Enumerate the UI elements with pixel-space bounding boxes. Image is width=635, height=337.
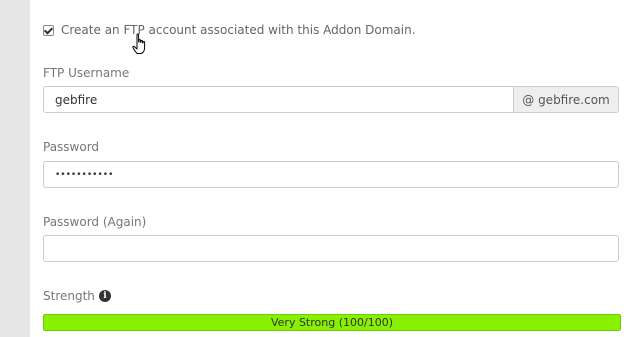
strength-label-row: Strength i [43, 289, 111, 303]
password-strength-meter: Very Strong (100/100) [43, 314, 621, 331]
password-strength-text: Very Strong (100/100) [270, 316, 393, 329]
info-icon[interactable]: i [98, 290, 111, 302]
ftp-username-value[interactable]: gebfire [55, 93, 97, 107]
ftp-account-option[interactable]: Create an FTP account associated with th… [43, 23, 416, 37]
addon-domain-form: Create an FTP account associated with th… [0, 0, 635, 337]
password-field[interactable]: ••••••••••• [43, 161, 619, 188]
strength-label: Strength [43, 289, 95, 303]
password-again-field[interactable] [43, 235, 619, 262]
password-label: Password [43, 140, 100, 154]
password-value[interactable]: ••••••••••• [55, 170, 113, 180]
password-again-label: Password (Again) [43, 215, 147, 229]
ftp-username-field[interactable]: gebfire @ gebfire.com [43, 86, 619, 113]
ftp-username-domain-suffix: @ gebfire.com [513, 87, 618, 112]
left-rail [0, 0, 30, 337]
ftp-account-checkbox-label[interactable]: Create an FTP account associated with th… [61, 23, 416, 37]
ftp-username-label: FTP Username [43, 66, 130, 80]
ftp-account-checkbox[interactable] [43, 24, 54, 36]
hand-cursor-icon [132, 33, 146, 54]
